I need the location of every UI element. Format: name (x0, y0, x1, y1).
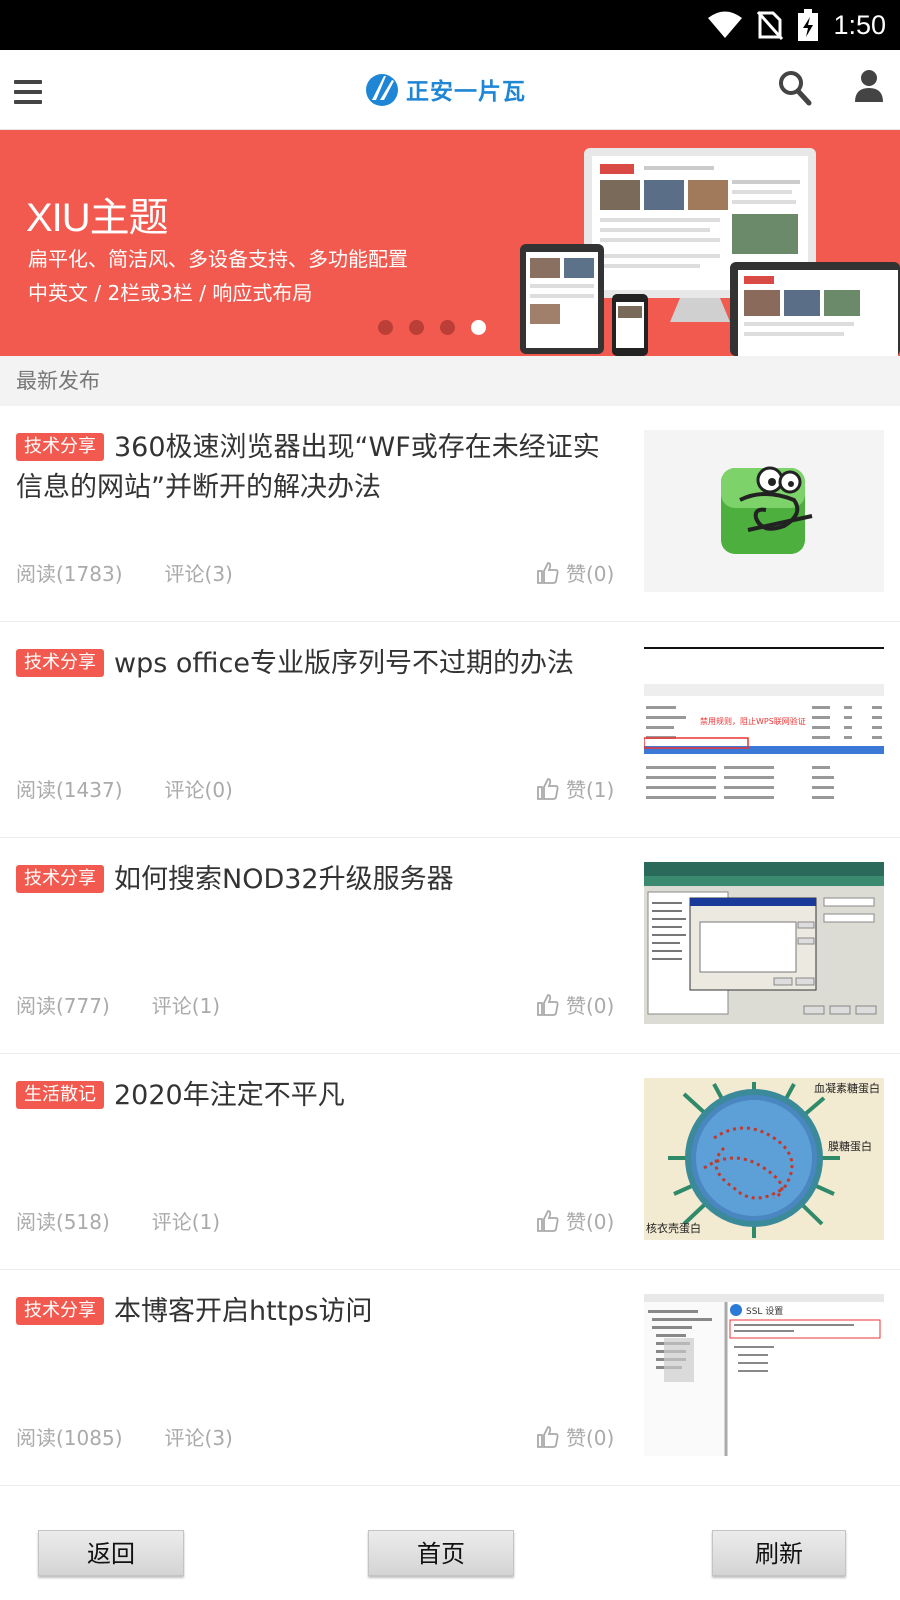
read-count: 阅读(1085) (16, 1426, 123, 1450)
back-button[interactable]: 返回 (38, 1530, 184, 1576)
read-count: 阅读(777) (16, 994, 110, 1018)
bottom-navigation: 返回 首页 刷新 (0, 1486, 900, 1600)
article-item[interactable]: 生活散记 2020年注定不平凡 阅读(518) 评论(1) 赞(0) 血凝素糖蛋… (0, 1054, 900, 1270)
status-icons: 1:50 (707, 0, 886, 50)
article-thumbnail[interactable]: SSL 设置 (644, 1294, 884, 1456)
like-count: 赞(0) (566, 1210, 615, 1234)
carousel-dot[interactable] (409, 320, 424, 335)
article-title-text: 2020年注定不平凡 (114, 1080, 345, 1111)
section-title: 最新发布 (0, 356, 900, 406)
virus-diagram: 血凝素糖蛋白 膜糖蛋白 核衣壳蛋白 (644, 1078, 884, 1240)
ssl-settings-label: SSL 设置 (746, 1306, 783, 1317)
banner-features: 中英文 / 2栏或3栏 / 响应式布局 (28, 281, 313, 305)
article-title[interactable]: 技术分享 360极速浏览器出现“WF或存在未经证实信息的网站”并断开的解决办法 (16, 428, 608, 508)
camel-app-icon (644, 430, 884, 592)
like-count: 赞(0) (566, 562, 615, 586)
category-tag[interactable]: 生活散记 (16, 1081, 104, 1109)
app-header: 正安一片瓦 (0, 50, 900, 130)
carousel-dot[interactable] (440, 320, 455, 335)
battery-charging-icon (798, 9, 819, 41)
user-button[interactable] (854, 68, 886, 106)
clock: 1:50 (833, 9, 886, 40)
devices-illustration (520, 148, 900, 356)
thumbnail-caption: 禁用规则，阻止WPS联网验证 (700, 716, 806, 726)
user-icon (855, 70, 883, 102)
like-button[interactable]: 赞(0) (536, 1422, 614, 1451)
iis-ssl-screenshot: SSL 设置 (644, 1294, 884, 1456)
article-title-text: 本博客开启https访问 (114, 1296, 373, 1327)
menu-button[interactable] (14, 72, 44, 108)
search-button[interactable] (778, 70, 814, 108)
thumbs-up-icon (537, 993, 559, 1016)
article-title[interactable]: 生活散记 2020年注定不平凡 (16, 1076, 608, 1116)
article-thumbnail[interactable] (644, 862, 884, 1024)
search-icon (779, 71, 812, 106)
article-thumbnail[interactable]: 血凝素糖蛋白 膜糖蛋白 核衣壳蛋白 (644, 1078, 884, 1240)
article-item[interactable]: 技术分享 360极速浏览器出现“WF或存在未经证实信息的网站”并断开的解决办法 阅… (0, 406, 900, 622)
article-thumbnail[interactable]: 禁用规则，阻止WPS联网验证 (644, 646, 884, 808)
like-button[interactable]: 赞(0) (536, 1206, 614, 1235)
thumbs-up-icon (537, 1425, 559, 1448)
article-meta: 阅读(1437) 评论(0) (16, 774, 233, 803)
like-count: 赞(1) (566, 778, 615, 802)
comment-count[interactable]: 评论(0) (165, 774, 233, 803)
category-tag[interactable]: 技术分享 (16, 865, 104, 893)
article-meta: 阅读(777) 评论(1) (16, 990, 220, 1019)
status-bar: 1:50 (0, 0, 900, 50)
category-tag[interactable]: 技术分享 (16, 649, 104, 677)
menu-icon (14, 80, 42, 84)
article-title[interactable]: 技术分享 如何搜索NOD32升级服务器 (16, 860, 608, 900)
refresh-button[interactable]: 刷新 (712, 1530, 846, 1576)
article-meta: 阅读(1783) 评论(3) (16, 558, 233, 587)
logo-text: 正安一片瓦 (406, 78, 526, 105)
article-meta: 阅读(518) 评论(1) (16, 1206, 220, 1235)
comment-count[interactable]: 评论(1) (152, 1206, 220, 1235)
thumbs-up-icon (537, 561, 559, 584)
comment-count[interactable]: 评论(3) (165, 1422, 233, 1451)
thumbs-up-icon (537, 777, 559, 800)
home-button[interactable]: 首页 (368, 1530, 514, 1576)
wifi-icon (708, 11, 743, 38)
firewall-rules-screenshot: 禁用规则，阻止WPS联网验证 (644, 646, 884, 808)
article-meta: 阅读(1085) 评论(3) (16, 1422, 233, 1451)
like-button[interactable]: 赞(0) (536, 558, 614, 587)
category-tag[interactable]: 技术分享 (16, 433, 104, 461)
site-logo[interactable]: 正安一片瓦 (364, 66, 526, 112)
article-title[interactable]: 技术分享 本博客开启https访问 (16, 1292, 608, 1332)
article-item[interactable]: 技术分享 如何搜索NOD32升级服务器 阅读(777) 评论(1) 赞(0) (0, 838, 900, 1054)
category-tag[interactable]: 技术分享 (16, 1297, 104, 1325)
thumbs-up-icon (537, 1209, 559, 1232)
article-title[interactable]: 技术分享 wps office专业版序列号不过期的办法 (16, 644, 608, 684)
carousel-dot-active[interactable] (471, 320, 486, 335)
no-sim-icon (757, 11, 784, 40)
like-button[interactable]: 赞(0) (536, 990, 614, 1019)
like-count: 赞(0) (566, 994, 615, 1018)
banner-carousel[interactable]: XIU主题 扁平化、简洁风、多设备支持、多功能配置 中英文 / 2栏或3栏 / … (0, 130, 900, 356)
diagram-label-nucleocapsid: 核衣壳蛋白 (646, 1221, 701, 1235)
diagram-label-membrane: 膜糖蛋白 (828, 1139, 872, 1153)
logo-icon (366, 74, 398, 106)
like-count: 赞(0) (566, 1426, 615, 1450)
carousel-indicators (378, 320, 486, 335)
nod32-settings-screenshot (644, 862, 884, 1024)
article-title-text: wps office专业版序列号不过期的办法 (114, 648, 574, 679)
comment-count[interactable]: 评论(3) (165, 558, 233, 587)
article-thumbnail[interactable] (644, 430, 884, 592)
comment-count[interactable]: 评论(1) (152, 990, 220, 1019)
read-count: 阅读(1437) (16, 778, 123, 802)
article-item[interactable]: 技术分享 wps office专业版序列号不过期的办法 阅读(1437) 评论(0… (0, 622, 900, 838)
like-button[interactable]: 赞(1) (536, 774, 614, 803)
article-title-text: 如何搜索NOD32升级服务器 (114, 864, 454, 895)
read-count: 阅读(1783) (16, 562, 123, 586)
article-list: 技术分享 360极速浏览器出现“WF或存在未经证实信息的网站”并断开的解决办法 阅… (0, 406, 900, 1486)
article-item[interactable]: 技术分享 本博客开启https访问 阅读(1085) 评论(3) 赞(0) SSL… (0, 1270, 900, 1486)
banner-subtitle: 扁平化、简洁风、多设备支持、多功能配置 (28, 247, 408, 271)
read-count: 阅读(518) (16, 1210, 110, 1234)
carousel-dot[interactable] (378, 320, 393, 335)
diagram-label-hemagglutinin: 血凝素糖蛋白 (814, 1081, 880, 1095)
banner-title: XIU主题 (26, 196, 169, 240)
